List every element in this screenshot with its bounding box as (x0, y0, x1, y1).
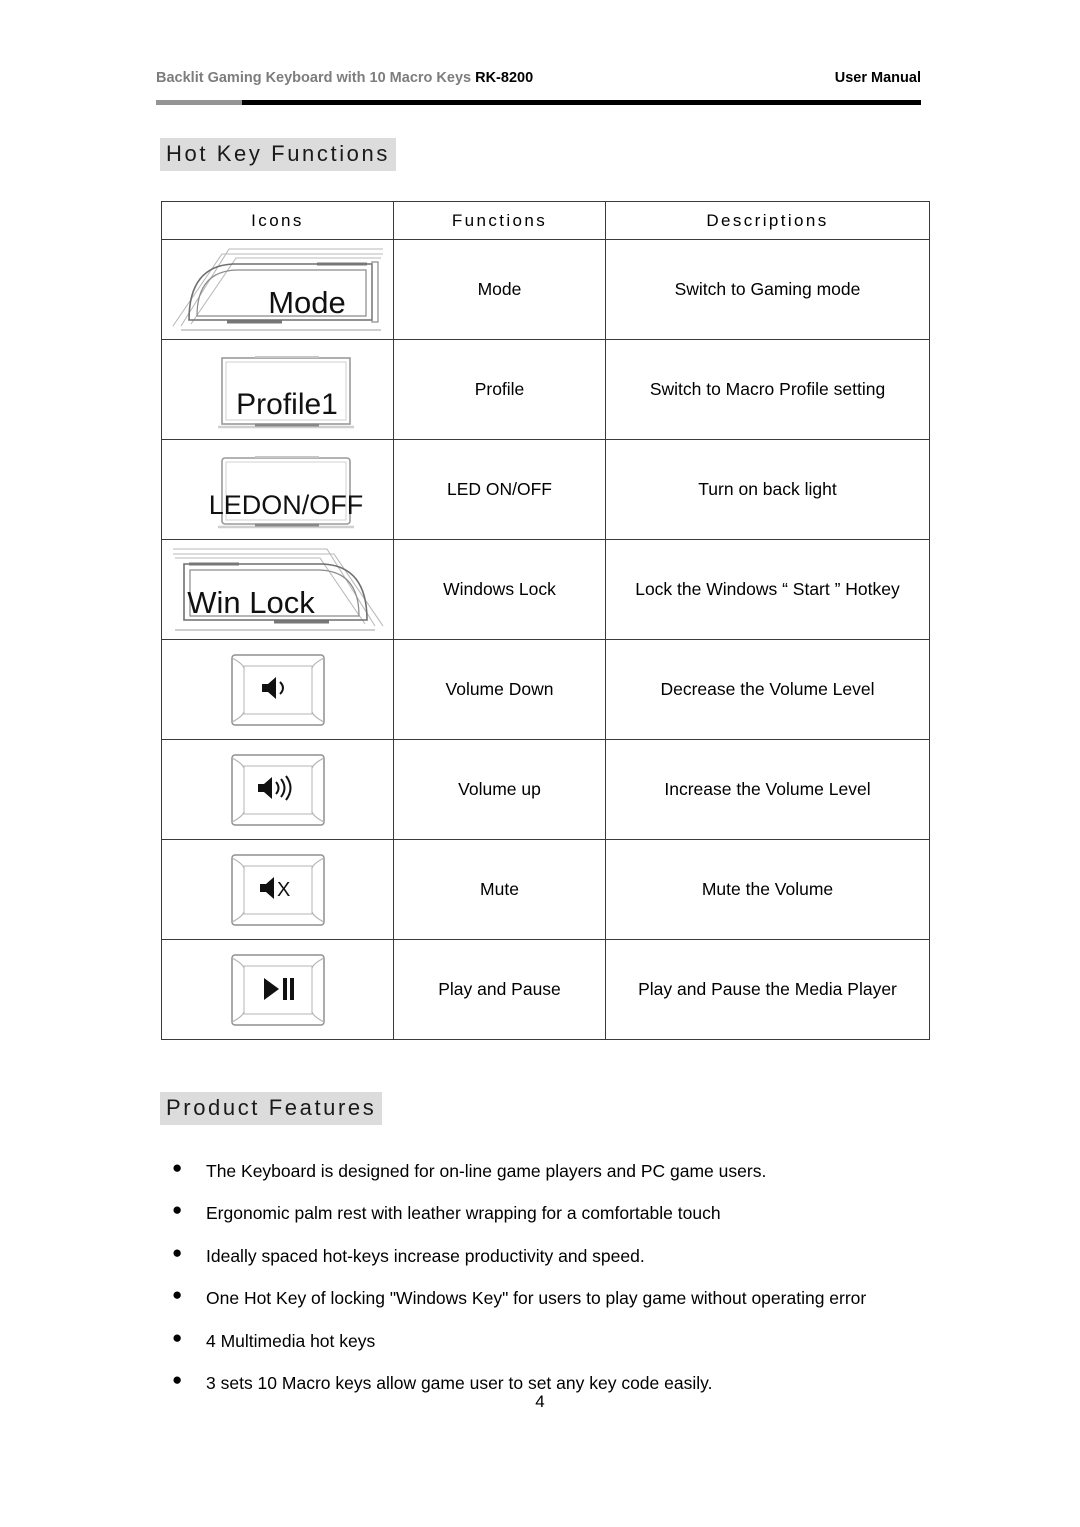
feature-text: Ideally spaced hot-keys increase product… (206, 1245, 645, 1266)
cell-description: Decrease the Volume Level (605, 639, 930, 740)
cell-icon: Win Lock (161, 539, 394, 640)
mode-key-label: Mode (268, 285, 346, 320)
cell-description: Lock the Windows “ Start ” Hotkey (605, 539, 930, 640)
cell-icon: Profile1 (161, 339, 394, 440)
cell-function: Volume Down (393, 639, 606, 740)
bullet-icon: ● (172, 1242, 183, 1262)
header-divider-rule (156, 100, 921, 105)
mute-key-icon: X (162, 840, 393, 939)
cell-description: Turn on back light (605, 439, 930, 540)
win-lock-key-label: Win Lock (187, 585, 315, 620)
cell-function: Play and Pause (393, 939, 606, 1040)
feature-text: Ergonomic palm rest with leather wrappin… (206, 1203, 721, 1224)
list-item: ● One Hot Key of locking "Windows Key" f… (168, 1282, 920, 1314)
feature-text: 4 Multimedia hot keys (206, 1330, 376, 1351)
led-on-off-key-icon: LEDON/OFF (162, 440, 393, 539)
cell-description: Switch to Gaming mode (605, 239, 930, 340)
table-header: Icons Functions Descriptions (161, 201, 930, 240)
led-on-off-key-label: LEDON/OFF (208, 490, 363, 520)
header-model-number: RK-8200 (475, 70, 534, 86)
section-heading-product-features: Product Features (160, 1092, 383, 1125)
header-user-manual-label: User Manual (834, 70, 921, 86)
win-lock-key-icon: Win Lock (162, 540, 393, 639)
cell-function: Mute (393, 839, 606, 940)
mode-key-icon: Mode (162, 240, 393, 339)
feature-text: The Keyboard is designed for on-line gam… (206, 1161, 767, 1181)
running-header: Backlit Gaming Keyboard with 10 Macro Ke… (156, 70, 921, 86)
document-page: Backlit Gaming Keyboard with 10 Macro Ke… (0, 0, 1080, 1527)
table-header-row: Icons Functions Descriptions (161, 201, 930, 240)
cell-description: Play and Pause the Media Player (605, 939, 930, 1040)
list-item: ● 4 Multimedia hot keys (168, 1325, 920, 1357)
cell-icon: LEDON/OFF (161, 439, 394, 540)
cell-icon (161, 939, 394, 1040)
svg-text:X: X (277, 879, 290, 901)
cell-description: Mute the Volume (605, 839, 930, 940)
play-pause-key-icon (162, 940, 393, 1039)
bullet-icon: ● (172, 1158, 183, 1177)
cell-function: Mode (393, 239, 606, 340)
column-header-icons: Icons (161, 201, 394, 240)
bullet-icon: ● (172, 1327, 183, 1347)
cell-description: Switch to Macro Profile setting (605, 339, 930, 440)
feature-text: One Hot Key of locking "Windows Key" for… (206, 1288, 867, 1309)
cell-icon: X (161, 839, 394, 940)
cell-function: LED ON/OFF (393, 439, 606, 540)
table-row: X Mute Mute the Volume (161, 839, 930, 940)
table-row: Mode Mode Switch to Gaming mode (161, 239, 930, 340)
table-row: Win Lock Windows Lock Lock the Windows “… (161, 539, 930, 640)
cell-icon (161, 739, 394, 840)
table-row: Volume up Increase the Volume Level (161, 739, 930, 840)
product-features-list: ● The Keyboard is designed for on-line g… (168, 1155, 920, 1409)
section-heading-hot-key-functions: Hot Key Functions (160, 138, 396, 171)
profile1-key-label: Profile1 (236, 388, 338, 421)
table-body: Mode Mode Switch to Gaming mode Profile1… (161, 239, 930, 1040)
cell-function: Profile (393, 339, 606, 440)
table-row: Volume Down Decrease the Volume Level (161, 639, 930, 740)
page-number: 4 (535, 1392, 545, 1411)
volume-up-key-icon (162, 740, 393, 839)
header-product-title: Backlit Gaming Keyboard with 10 Macro Ke… (156, 70, 533, 86)
bullet-icon: ● (172, 1200, 183, 1220)
profile1-key-icon: Profile1 (162, 340, 393, 439)
volume-down-key-icon (162, 640, 393, 739)
list-item: ● Ergonomic palm rest with leather wrapp… (168, 1197, 920, 1229)
cell-icon: Mode (161, 239, 394, 340)
table-row: LEDON/OFF LED ON/OFF Turn on back light (161, 439, 930, 540)
column-header-descriptions: Descriptions (605, 201, 930, 240)
list-item: ● Ideally spaced hot-keys increase produ… (168, 1240, 920, 1272)
cell-icon (161, 639, 394, 740)
header-title-text: Backlit Gaming Keyboard with 10 Macro Ke… (156, 70, 476, 86)
bullet-icon: ● (172, 1285, 183, 1305)
table-row: Profile1 Profile Switch to Macro Profile… (161, 339, 930, 440)
table-row: Play and Pause Play and Pause the Media … (161, 939, 930, 1040)
hot-key-functions-table: Icons Functions Descriptions Mode Mode S… (161, 201, 930, 1040)
cell-function: Windows Lock (393, 539, 606, 640)
header-rule-gray-segment (156, 100, 242, 105)
list-item: ● The Keyboard is designed for on-line g… (168, 1155, 920, 1187)
bullet-icon: ● (172, 1369, 183, 1389)
column-header-functions: Functions (393, 201, 606, 240)
cell-function: Volume up (393, 739, 606, 840)
cell-description: Increase the Volume Level (605, 739, 930, 840)
header-rule-black-segment (242, 100, 921, 105)
